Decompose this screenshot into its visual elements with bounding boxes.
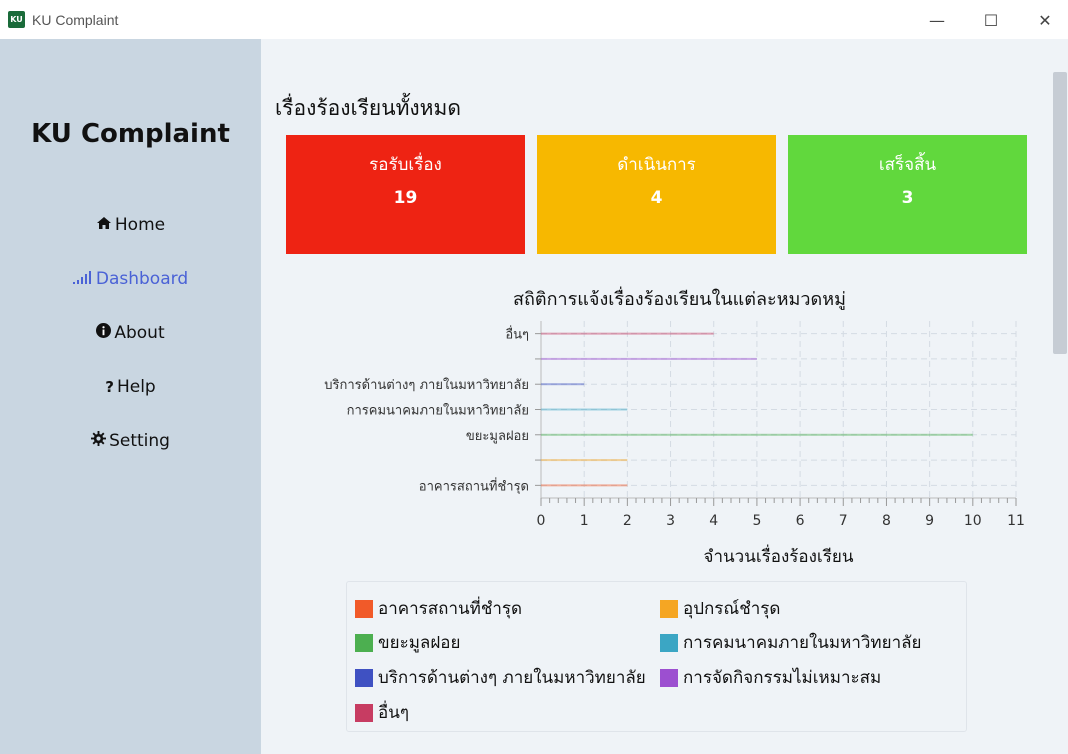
card-label: รอรับเรื่อง xyxy=(369,155,442,175)
legend-swatch xyxy=(355,599,373,618)
chart-legend: อาคารสถานที่ชำรุด อุปกรณ์ชำรุด ขยะมูลฝอย… xyxy=(346,581,967,732)
sidebar-item-label: Home xyxy=(114,215,166,235)
card-value: 4 xyxy=(650,188,663,208)
legend-item[interactable]: การจัดกิจกรรมไม่เหมาะสม xyxy=(660,664,881,691)
bar xyxy=(541,332,714,335)
bar xyxy=(541,484,628,487)
legend-item[interactable]: อื่นๆ xyxy=(355,699,409,726)
bar xyxy=(541,433,973,436)
legend-label: การคมนาคมภายในมหาวิทยาลัย xyxy=(683,633,922,653)
sidebar-item-dashboard[interactable]: Dashboard xyxy=(0,269,261,289)
legend-label: บริการด้านต่างๆ ภายในมหาวิทยาลัย xyxy=(378,668,646,688)
sidebar-item-about[interactable]: About xyxy=(0,323,261,343)
bar-signal-icon xyxy=(72,270,93,288)
maximize-button[interactable]: ☐ xyxy=(968,6,1014,34)
sidebar-item-label: Dashboard xyxy=(95,269,189,289)
bar xyxy=(541,357,757,360)
bar-chart: 0 1 2 3 4 5 6 7 8 9 10 11 อาคารสถานที่ชำรุด ขยะมูลฝอย… xyxy=(324,321,1025,567)
app-logo: KU xyxy=(8,11,25,28)
y-tick-label: ขยะมูลฝอย xyxy=(466,429,529,444)
sidebar-item-label: Help xyxy=(116,377,156,397)
x-tick-label: 5 xyxy=(752,513,761,529)
legend-swatch xyxy=(355,633,373,652)
close-button[interactable]: ✕ xyxy=(1022,6,1068,34)
legend-label: การจัดกิจกรรมไม่เหมาะสม xyxy=(683,668,882,688)
y-tick-label: อื่นๆ xyxy=(505,326,529,343)
window-titlebar: KU KU Complaint — ☐ ✕ xyxy=(0,0,1068,39)
sidebar-item-label: About xyxy=(114,323,165,343)
x-tick-label: 10 xyxy=(964,513,982,529)
info-icon xyxy=(96,323,112,342)
sidebar-item-label: Setting xyxy=(109,431,170,451)
legend-item[interactable]: การคมนาคมภายในมหาวิทยาลัย xyxy=(660,629,922,656)
x-axis-label: จำนวนเรื่องร้องเรียน xyxy=(704,544,854,567)
legend-swatch xyxy=(660,599,678,618)
card-value: 3 xyxy=(901,188,914,208)
page-title: เรื่องร้องเรียนทั้งหมด xyxy=(275,96,462,120)
x-tick-label: 9 xyxy=(925,513,934,529)
legend-swatch xyxy=(355,668,373,687)
legend-swatch xyxy=(660,668,678,687)
legend-item[interactable]: บริการด้านต่างๆ ภายในมหาวิทยาลัย xyxy=(355,664,646,691)
x-tick-label: 0 xyxy=(537,513,546,529)
minimize-button[interactable]: — xyxy=(914,6,960,34)
sidebar-item-help[interactable]: ? Help xyxy=(0,377,261,397)
x-tick-label: 2 xyxy=(623,513,632,529)
chart-title: สถิติการแจ้งเรื่องร้องเรียนในแต่ละหมวดหม… xyxy=(513,289,846,310)
card-label: ดำเนินการ xyxy=(617,155,696,175)
y-tick-label: การคมนาคมภายในมหาวิทยาลัย xyxy=(347,403,529,419)
sidebar-item-home[interactable]: Home xyxy=(0,215,261,235)
status-card-done[interactable]: เสร็จสิ้น 3 xyxy=(788,135,1027,254)
app-brand: KU Complaint xyxy=(31,119,230,149)
x-tick-label: 3 xyxy=(666,513,675,529)
status-card-in-progress[interactable]: ดำเนินการ 4 xyxy=(537,135,776,254)
x-tick-label: 1 xyxy=(580,513,589,529)
x-tick-label: 4 xyxy=(709,513,718,529)
x-tick-label: 8 xyxy=(882,513,891,529)
bar xyxy=(541,459,628,462)
legend-swatch xyxy=(660,633,678,652)
sidebar-item-setting[interactable]: Setting xyxy=(0,431,261,451)
gear-icon xyxy=(91,431,107,450)
legend-label: อาคารสถานที่ชำรุด xyxy=(378,599,523,619)
home-icon xyxy=(96,216,112,234)
y-tick-label: บริการด้านต่างๆ ภายในมหาวิทยาลัย xyxy=(324,377,529,393)
x-tick-label: 11 xyxy=(1007,513,1025,529)
legend-item[interactable]: อาคารสถานที่ชำรุด xyxy=(355,595,522,622)
legend-item[interactable]: ขยะมูลฝอย xyxy=(355,629,460,656)
bar xyxy=(541,383,585,386)
legend-label: ขยะมูลฝอย xyxy=(378,633,461,653)
window-title: KU Complaint xyxy=(32,12,119,28)
question-icon: ? xyxy=(105,378,114,396)
legend-label: อื่นๆ xyxy=(378,703,409,723)
legend-label: อุปกรณ์ชำรุด xyxy=(683,599,781,619)
card-label: เสร็จสิ้น xyxy=(878,155,937,175)
x-tick-label: 6 xyxy=(796,513,805,529)
y-tick-label: อาคารสถานที่ชำรุด xyxy=(419,477,529,494)
legend-item[interactable]: อุปกรณ์ชำรุด xyxy=(660,595,780,622)
card-value: 19 xyxy=(393,188,418,208)
x-tick-label: 7 xyxy=(839,513,848,529)
legend-swatch xyxy=(355,703,373,722)
status-card-pending[interactable]: รอรับเรื่อง 19 xyxy=(286,135,525,254)
bar xyxy=(541,408,628,411)
